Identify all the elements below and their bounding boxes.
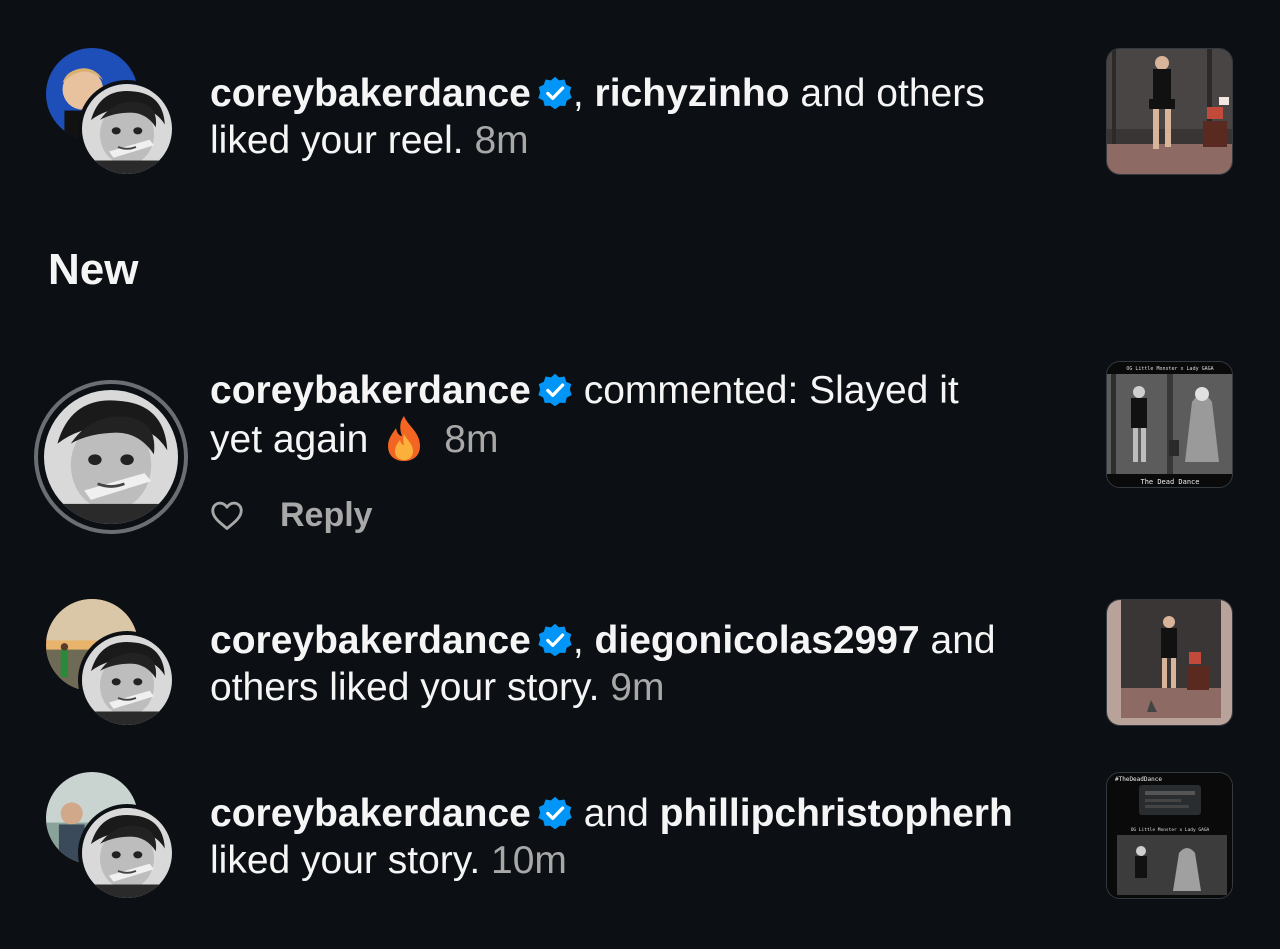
thumb-bottom-text: The Dead Dance	[1140, 478, 1199, 486]
notification-text: coreybakerdance and phillipchristopherh …	[210, 790, 1090, 884]
joiner: ,	[572, 72, 595, 115]
avatar-image	[44, 390, 178, 524]
timestamp: 8m	[474, 119, 529, 162]
thumb-top-text: #TheDeadDance	[1115, 776, 1162, 783]
avatar-image	[82, 84, 172, 174]
comment-body: yet again	[210, 418, 369, 461]
verified-icon	[537, 795, 573, 831]
text-fragment: liked your reel.	[210, 119, 475, 162]
username[interactable]: diegonicolas2997	[595, 619, 920, 662]
username[interactable]: coreybakerdance	[210, 619, 531, 662]
notification-text: coreybakerdance, diegonicolas2997 and ot…	[210, 617, 1090, 711]
username[interactable]: coreybakerdance	[210, 792, 531, 835]
story-ring-avatar[interactable]	[34, 380, 188, 534]
thumbnail-image	[1107, 600, 1232, 725]
verified-icon	[537, 372, 573, 408]
thumb-top-text: OG Little Monster x Lady GAGA	[1126, 366, 1213, 372]
reel-dance-thumbnail[interactable]	[1106, 48, 1233, 175]
comment-action: commented: Slayed it	[572, 369, 959, 412]
timestamp: 9m	[610, 666, 665, 709]
comment-text: coreybakerdance commented: Slayed it yet…	[210, 367, 1090, 463]
comment-actions: Reply	[208, 493, 373, 537]
story-dance-thumbnail[interactable]	[1106, 599, 1233, 726]
thumb-sub-text: OG Little Monster x Lady GAGA	[1131, 827, 1210, 833]
avatar-image	[82, 808, 172, 898]
username[interactable]: phillipchristopherh	[660, 792, 1013, 835]
coreybakerdance-avatar[interactable]	[44, 390, 178, 524]
username[interactable]: coreybakerdance	[210, 369, 531, 412]
thumbnail-image	[1107, 49, 1232, 174]
coreybakerdance-avatar[interactable]	[78, 804, 176, 902]
verified-icon	[537, 622, 573, 658]
text-fragment: liked your story.	[210, 839, 492, 882]
username[interactable]: coreybakerdance	[210, 72, 531, 115]
fire-emoji-icon	[388, 416, 421, 461]
thumbnail-image: OG Little Monster x Lady GAGA The Dead D…	[1107, 362, 1232, 487]
verified-icon	[537, 75, 573, 111]
reply-button[interactable]: Reply	[280, 496, 373, 535]
avatar-image	[82, 635, 172, 725]
story-thedeaddance-thumbnail[interactable]: #TheDeadDance OG Little Monster x Lady G…	[1106, 772, 1233, 899]
text-fragment: and	[919, 619, 996, 662]
text-fragment: others liked your story.	[210, 666, 611, 709]
section-title-new: New	[48, 245, 139, 294]
thedeaddance-thumbnail[interactable]: OG Little Monster x Lady GAGA The Dead D…	[1106, 361, 1233, 488]
text-fragment: and others	[789, 72, 985, 115]
joiner: ,	[572, 619, 595, 662]
timestamp: 8m	[444, 418, 499, 461]
timestamp: 10m	[491, 839, 567, 882]
joiner: and	[572, 792, 660, 835]
heart-icon[interactable]	[208, 496, 246, 534]
username[interactable]: richyzinho	[595, 72, 790, 115]
notification-text: coreybakerdance, richyzinho and others l…	[210, 70, 1090, 164]
coreybakerdance-avatar[interactable]	[78, 631, 176, 729]
thumbnail-image: #TheDeadDance OG Little Monster x Lady G…	[1107, 773, 1232, 898]
coreybakerdance-avatar[interactable]	[78, 80, 176, 178]
